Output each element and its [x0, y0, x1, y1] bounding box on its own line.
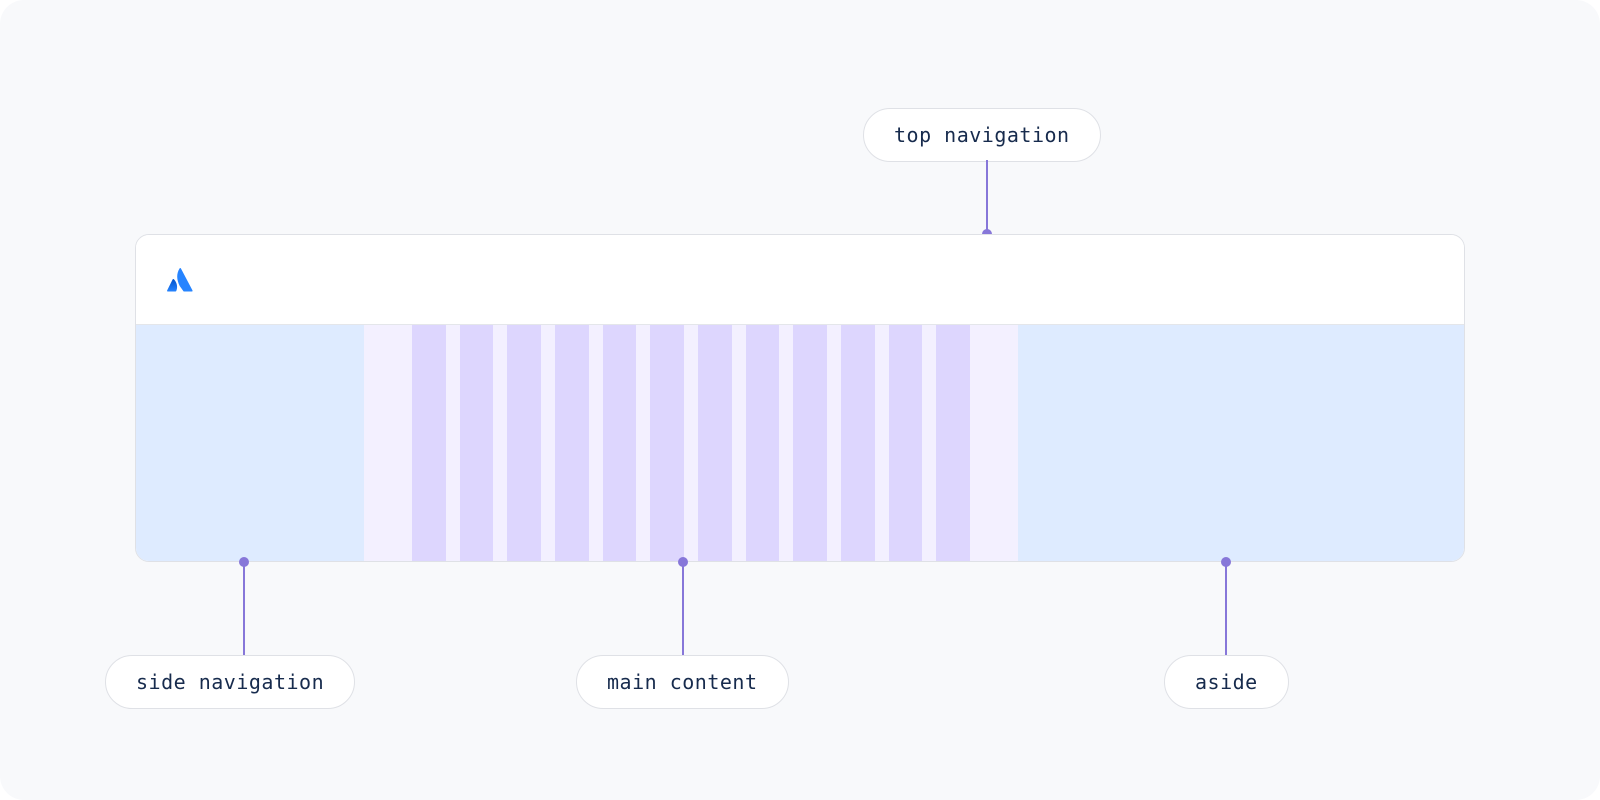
- annotation-aside: aside: [1164, 655, 1289, 709]
- annotation-label: top navigation: [894, 123, 1070, 147]
- atlassian-logo-icon: [164, 264, 196, 296]
- grid-column: [650, 325, 684, 561]
- connector-line: [1225, 562, 1227, 656]
- connector-dot: [1221, 557, 1231, 567]
- side-navigation-region: [136, 325, 364, 561]
- connector-dot: [239, 557, 249, 567]
- annotation-side-navigation: side navigation: [105, 655, 355, 709]
- grid-column: [746, 325, 780, 561]
- grid-column: [412, 325, 446, 561]
- main-content-region: [364, 325, 1018, 561]
- layout-body: [136, 325, 1464, 561]
- grid-column: [603, 325, 637, 561]
- layout-window: [135, 234, 1465, 562]
- connector-line: [243, 562, 245, 656]
- aside-region: [1018, 325, 1464, 561]
- grid-column: [793, 325, 827, 561]
- grid-column: [841, 325, 875, 561]
- connector-line: [682, 562, 684, 656]
- top-navigation-region: [136, 235, 1464, 325]
- connector-line: [986, 160, 988, 234]
- grid-column: [460, 325, 494, 561]
- grid-column: [936, 325, 970, 561]
- connector-dot: [678, 557, 688, 567]
- grid-column: [555, 325, 589, 561]
- diagram-canvas: top navigation: [0, 0, 1600, 800]
- grid-column: [889, 325, 923, 561]
- annotation-label: main content: [607, 670, 758, 694]
- grid-column: [698, 325, 732, 561]
- annotation-top-navigation: top navigation: [863, 108, 1101, 162]
- annotation-main-content: main content: [576, 655, 789, 709]
- annotation-label: aside: [1195, 670, 1258, 694]
- grid-column: [507, 325, 541, 561]
- annotation-label: side navigation: [136, 670, 324, 694]
